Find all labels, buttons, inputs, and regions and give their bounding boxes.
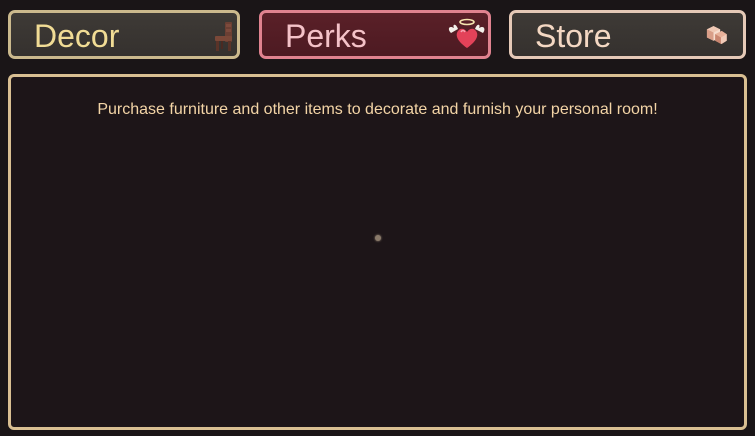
tab-store[interactable]: Store [509, 10, 746, 59]
tab-perks[interactable]: Perks [259, 10, 491, 59]
gem-icon [706, 25, 727, 45]
tab-decor-label: Decor [34, 18, 120, 54]
tab-bar: Decor Perks Store [8, 10, 746, 63]
tab-store-label: Store [535, 18, 612, 54]
tab-decor[interactable]: Decor [8, 10, 240, 59]
panel-description: Purchase furniture and other items to de… [97, 101, 658, 118]
tab-perks-label: Perks [285, 18, 367, 54]
winged-heart-icon [448, 18, 485, 48]
loading-indicator [375, 235, 381, 241]
shop-window: Decor Perks Store Purchase furniture and… [0, 0, 755, 436]
content-panel: Purchase furniture and other items to de… [8, 74, 747, 430]
chair-icon [215, 22, 232, 51]
